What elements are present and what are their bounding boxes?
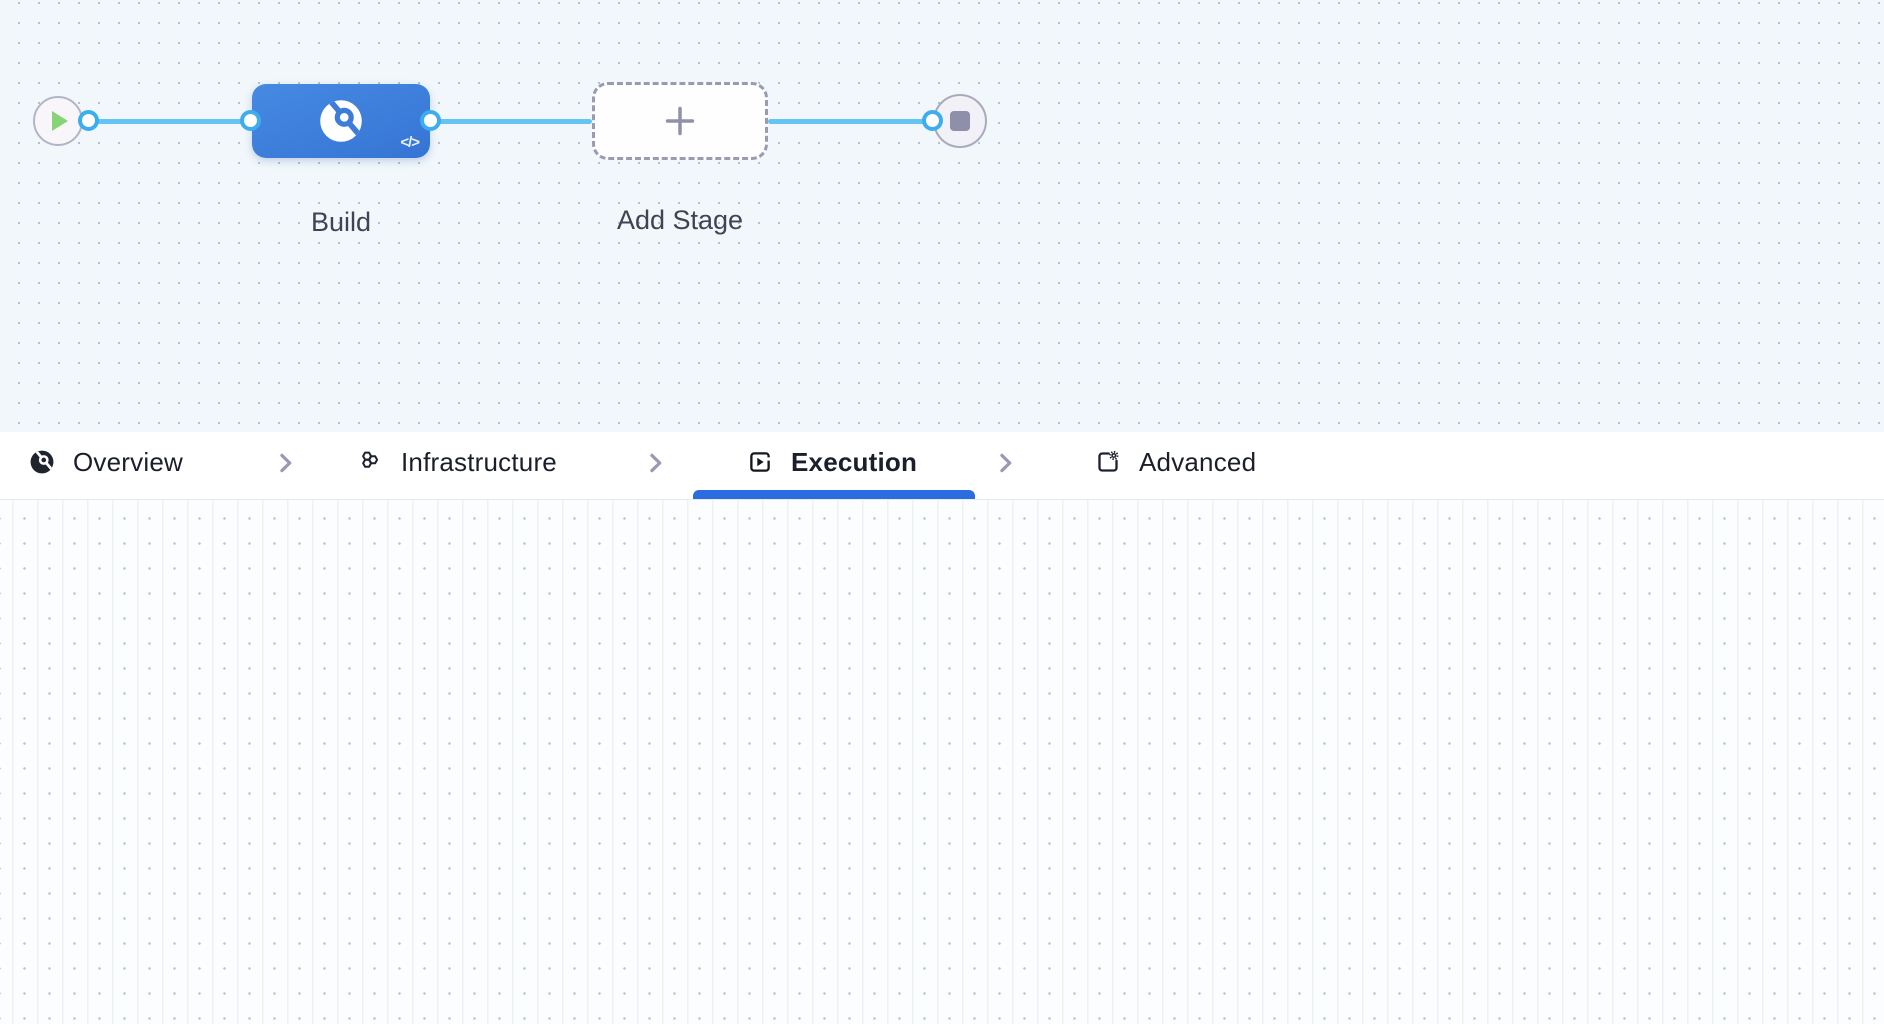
- tab-execution[interactable]: Execution: [746, 432, 917, 492]
- active-tab-underline: [693, 490, 975, 499]
- tab-overview[interactable]: Overview: [28, 432, 183, 492]
- stop-icon: [950, 111, 970, 131]
- connector-port[interactable]: [922, 110, 943, 131]
- ci-build-icon: [315, 95, 367, 147]
- chevron-right-icon: [642, 449, 670, 477]
- ci-overview-icon: [28, 448, 56, 476]
- execution-step-canvas[interactable]: </> Background </> Run: [0, 500, 1884, 1024]
- code-view-badge: </>: [400, 134, 420, 151]
- tab-advanced-label: Advanced: [1139, 446, 1257, 477]
- plus-icon: [660, 101, 700, 141]
- tab-infrastructure-label: Infrastructure: [401, 446, 557, 477]
- tab-advanced[interactable]: Advanced: [1094, 432, 1256, 492]
- tab-execution-label: Execution: [791, 446, 918, 477]
- pipeline-studio: </> Build Add Stage Overview Infrastruct…: [0, 0, 1884, 1024]
- connector-port[interactable]: [78, 110, 99, 131]
- connector-port[interactable]: [420, 110, 441, 131]
- edge: [88, 119, 250, 124]
- play-box-icon: [746, 448, 774, 476]
- tab-infrastructure[interactable]: Infrastructure: [356, 432, 557, 492]
- connector-port[interactable]: [240, 110, 261, 131]
- stage-label-add-stage: Add Stage: [616, 205, 744, 235]
- stage-canvas[interactable]: </> Build Add Stage: [0, 0, 1884, 432]
- add-stage-button[interactable]: [592, 82, 768, 160]
- gear-box-icon: [1094, 448, 1122, 476]
- edge: [768, 119, 932, 124]
- edge: [430, 119, 592, 124]
- chevron-right-icon: [992, 449, 1020, 477]
- play-icon: [52, 111, 71, 131]
- hexagons-icon: [356, 448, 384, 476]
- stage-config-tab-bar: Overview Infrastructure Execution Advanc…: [0, 432, 1884, 500]
- tab-overview-label: Overview: [73, 446, 183, 477]
- stage-label-build: Build: [310, 207, 372, 237]
- chevron-right-icon: [272, 449, 300, 477]
- pipeline-start-node[interactable]: [33, 96, 83, 146]
- stage-node-build[interactable]: </>: [252, 84, 430, 158]
